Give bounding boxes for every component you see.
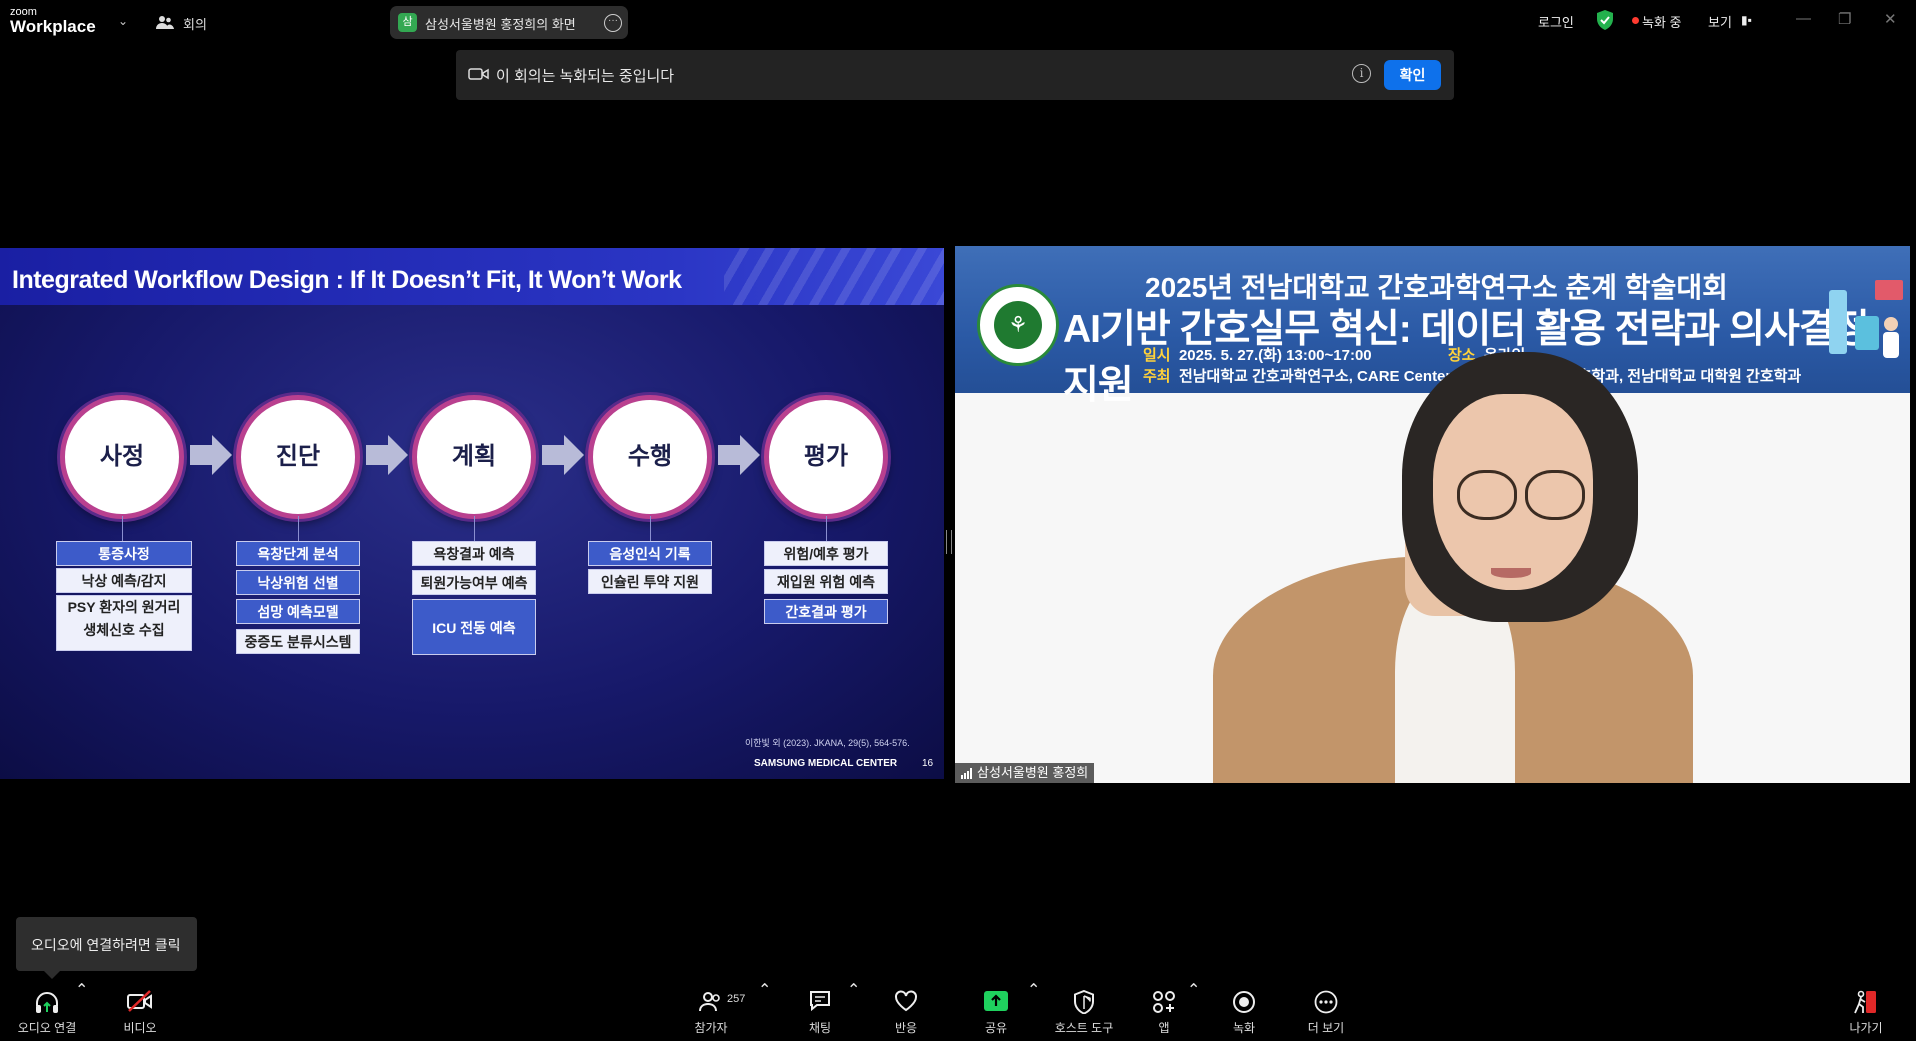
stage-circle-evaluation: 평가 (764, 395, 888, 519)
chat-button[interactable]: 채팅 (790, 980, 850, 1041)
stage-item: 욕창결과 예측 (412, 541, 536, 566)
reactions-button[interactable]: 반응 (876, 980, 936, 1041)
audio-connect-tooltip: 오디오에 연결하려면 클릭 (16, 917, 197, 979)
slide-title: Integrated Workflow Design : If It Doesn… (12, 266, 682, 294)
leave-meeting-button[interactable]: 나가기 (1836, 980, 1896, 1041)
view-menu[interactable]: 보기 (1708, 12, 1732, 31)
host-tools-shield-icon (1046, 990, 1122, 1014)
recording-dot-icon (1632, 17, 1639, 24)
nurse-illustration-icon (1829, 280, 1903, 358)
flow-arrow-icon (366, 435, 408, 475)
apps-options-caret-icon[interactable]: ⌃ (1187, 980, 1200, 1041)
apps-icon (1136, 990, 1192, 1014)
screen-share-label: 삼성서울병원 홍정희의 화면 (425, 17, 576, 32)
stage-item: ICU 전동 예측 (412, 599, 536, 655)
audio-options-caret-icon[interactable]: ⌃ (75, 980, 88, 1041)
apps-button[interactable]: 앱 (1136, 980, 1192, 1041)
chat-icon (790, 990, 850, 1014)
more-dots-icon (1296, 990, 1356, 1014)
slide-citation: 이한빛 외 (2023). JKANA, 29(5), 564-576. (745, 738, 910, 748)
stage-item: 재입원 위험 예측 (764, 569, 888, 594)
participant-name-tag: 삼성서울병원 홍정희 (955, 763, 1095, 783)
stage-item: 퇴원가능여부 예측 (412, 570, 536, 595)
more-button[interactable]: 더 보기 (1296, 980, 1356, 1041)
stage-item: 욕창단계 분석 (236, 541, 360, 566)
app-menu-chevron-down-icon[interactable]: ⌄ (118, 14, 128, 28)
info-icon[interactable]: i (1352, 64, 1371, 83)
signal-strength-icon (961, 768, 972, 779)
university-emblem-icon: ⚘ (977, 284, 1059, 366)
share-options-caret-icon[interactable]: ⌃ (1027, 980, 1040, 1041)
video-camera-icon (468, 66, 490, 82)
speaker-video-tile[interactable]: ⚘ 2025년 전남대학교 간호과학연구소 춘계 학술대회 AI기반 간호실무 … (955, 246, 1910, 783)
glasses-right (1525, 470, 1585, 520)
host-tools-button[interactable]: 호스트 도구 (1046, 980, 1122, 1041)
stage-circle-implementation: 수행 (588, 395, 712, 519)
app-logo-workplace: Workplace (10, 17, 96, 36)
shared-screen-slide: Integrated Workflow Design : If It Doesn… (0, 248, 944, 779)
split-resize-handle[interactable] (946, 530, 952, 554)
meeting-controls-toolbar: 오디오 연결 ⌃ 비디오 참가자 257 ⌃ 채팅 ⌃ 반응 공유 ⌃ 호스트 … (0, 980, 1916, 1041)
glasses-left (1457, 470, 1517, 520)
more-options-icon[interactable]: ··· (604, 14, 622, 32)
stage-circle-diagnosis: 진단 (236, 395, 360, 519)
tooltip-text: 오디오에 연결하려면 클릭 (31, 937, 181, 953)
stage-item: PSY 환자의 원거리 생체신호 수집 (56, 595, 192, 651)
stage-item: 위험/예후 평가 (764, 541, 888, 566)
stage-item: 낙상위험 선별 (236, 570, 360, 595)
confirm-button[interactable]: 확인 (1384, 60, 1441, 90)
video-off-icon (108, 990, 172, 1014)
share-screen-button[interactable]: 공유 (966, 980, 1026, 1041)
slide-footer-org: SAMSUNG MEDICAL CENTER (754, 758, 898, 769)
recording-notice-text: 이 회의는 녹화되는 중입니다 (496, 68, 675, 85)
stage-circle-assessment: 사정 (60, 395, 184, 519)
security-shield-icon[interactable] (1596, 10, 1614, 30)
record-button[interactable]: 녹화 (1214, 980, 1274, 1041)
share-screen-icon (966, 990, 1026, 1014)
recording-status[interactable]: 녹화 중 (1642, 12, 1682, 31)
chat-options-caret-icon[interactable]: ⌃ (847, 980, 860, 1041)
minimize-icon[interactable]: — (1796, 10, 1811, 27)
stage-item: 인슐린 투약 지원 (588, 569, 712, 594)
view-layout-icon[interactable]: ▮▪ (1741, 13, 1752, 27)
participants-count: 257 (727, 993, 746, 1005)
top-bar: zoom Workplace ⌄ 회의 삼 삼성서울병원 홍정희의 화면 ···… (0, 0, 1916, 44)
speaker-mouth (1491, 568, 1531, 578)
stage-item: 음성인식 기록 (588, 541, 712, 566)
participants-button[interactable]: 참가자 (680, 980, 742, 1041)
stage-item: 통증사정 (56, 541, 192, 566)
heart-icon (876, 990, 936, 1014)
screen-share-indicator[interactable]: 삼 삼성서울병원 홍정희의 화면 ··· (390, 6, 628, 39)
presenter-avatar: 삼 (398, 13, 417, 32)
participants-options-caret-icon[interactable]: ⌃ (758, 980, 771, 1041)
video-button[interactable]: 비디오 (108, 980, 172, 1041)
slide-page-number: 16 (922, 758, 934, 769)
login-button[interactable]: 로그인 (1538, 12, 1574, 31)
meeting-menu[interactable]: 회의 (183, 14, 207, 33)
record-icon (1214, 990, 1274, 1014)
flow-arrow-icon (542, 435, 584, 475)
meeting-people-icon[interactable] (156, 14, 174, 35)
flow-arrow-icon (718, 435, 760, 475)
leave-icon (1836, 990, 1896, 1014)
stage-item: 낙상 예측/감지 (56, 568, 192, 593)
stage-circle-planning: 계획 (412, 395, 536, 519)
flow-arrow-icon (190, 435, 232, 475)
stage-item: 섬망 예측모델 (236, 599, 360, 624)
virtual-background-banner: ⚘ 2025년 전남대학교 간호과학연구소 춘계 학술대회 AI기반 간호실무 … (955, 246, 1910, 407)
maximize-icon[interactable]: ❐ (1838, 10, 1851, 28)
stage-item: 간호결과 평가 (764, 599, 888, 624)
close-icon[interactable]: ✕ (1884, 10, 1897, 28)
recording-notice-banner: 이 회의는 녹화되는 중입니다 i 확인 (456, 50, 1454, 100)
stage-item: 중증도 분류시스템 (236, 629, 360, 654)
slide-header: Integrated Workflow Design : If It Doesn… (0, 248, 944, 305)
